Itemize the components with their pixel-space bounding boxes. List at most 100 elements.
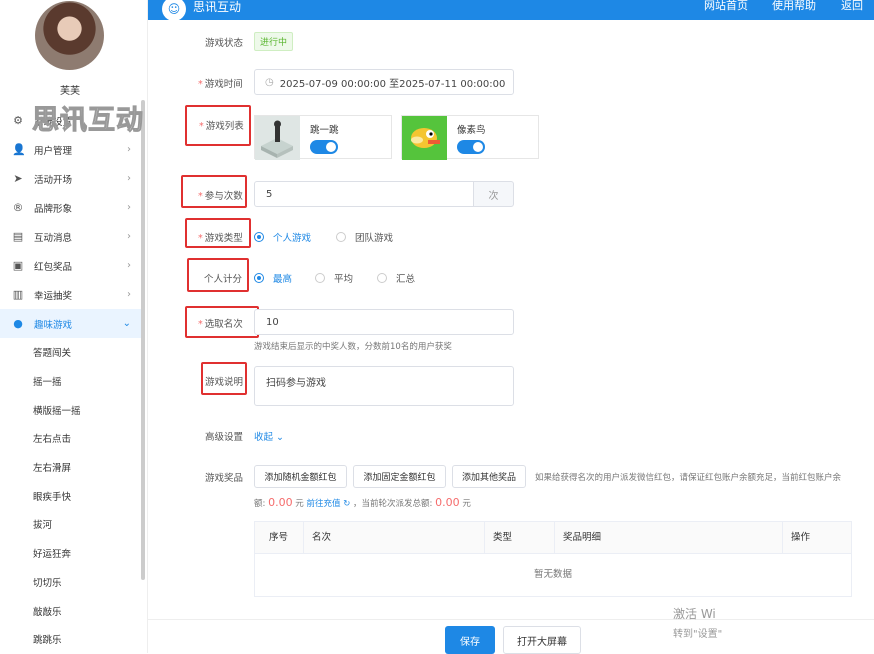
sidebar-subitem[interactable]: 摇一摇	[0, 367, 145, 396]
send-icon: ➤	[13, 171, 23, 185]
avatar[interactable]	[35, 1, 104, 70]
game-enable-toggle[interactable]	[310, 140, 338, 154]
sidebar-subitem[interactable]: 好运狂奔	[0, 539, 145, 568]
radio-label: 平均	[334, 274, 354, 285]
sidebar-subitem[interactable]: 敲敲乐	[0, 596, 145, 625]
sidebar-subitem[interactable]: 眼疾手快	[0, 481, 145, 510]
column-header: 奖品明细	[555, 522, 783, 554]
sidebar-item-user-management[interactable]: 👤 用户管理 ›	[0, 135, 145, 164]
game-card-flappy[interactable]: 像素鸟	[401, 115, 539, 160]
table-header: 序号 名次 类型 奖品明细 操作	[255, 522, 851, 554]
sidebar-item-fun-games[interactable]: ● 趣味游戏 ⌄	[0, 309, 145, 338]
radio-team-game[interactable]: 团队游戏	[336, 230, 393, 244]
sidebar-item-label: 幸运抽奖	[34, 290, 73, 302]
sidebar-subitem[interactable]: 横版摇一摇	[0, 395, 145, 424]
sidebar-subitem[interactable]: 跳跳乐	[0, 625, 145, 654]
radio-personal-game[interactable]: 个人游戏	[254, 230, 311, 244]
prize-label: 游戏奖品	[205, 473, 244, 484]
column-header: 序号	[255, 522, 304, 554]
game-list-label: * 游戏列表	[199, 121, 244, 132]
column-header: 操作	[791, 532, 811, 543]
sidebar-item-brand[interactable]: ® 品牌形象 ›	[0, 193, 145, 222]
rank-label: * 选取名次	[198, 319, 243, 330]
sidebar-scrollbar[interactable]	[141, 100, 145, 580]
user-name: 芙芙	[60, 86, 80, 97]
desc-textarea[interactable]: 扫码参与游戏	[254, 366, 514, 406]
game-name: 像素鸟	[457, 125, 486, 136]
balance-line: 额: 0.00 元 前往充值 ↻ ，当前轮次派发总额: 0.00 元	[254, 496, 471, 509]
sidebar-item-messages[interactable]: ▤ 互动消息 ›	[0, 222, 145, 251]
add-random-red-packet-button[interactable]: 添加随机金额红包	[254, 465, 347, 488]
table-empty-text: 暂无数据	[533, 569, 572, 580]
radio-dot	[336, 232, 346, 242]
status-label: 游戏状态	[205, 38, 244, 49]
sidebar-menu: ⚙ 系统设置 👤 用户管理 › ➤ 活动开场 › ® 品牌形象 › ▤ 互动消息…	[0, 106, 145, 654]
refresh-icon[interactable]: ↻	[343, 499, 350, 509]
watermark-text: 思讯互动	[32, 105, 144, 137]
times-label: * 参与次数	[198, 191, 243, 202]
sidebar-subitem[interactable]: 拔河	[0, 510, 145, 539]
gift-icon: ▣	[12, 258, 24, 272]
chevron-right-icon: ›	[127, 202, 131, 213]
column-header: 名次	[304, 522, 485, 554]
registered-icon: ®	[12, 200, 24, 214]
advanced-toggle[interactable]: 收起 ⌄	[254, 429, 284, 443]
chevron-down-icon: ⌄	[122, 318, 131, 329]
game-enable-toggle[interactable]	[457, 140, 485, 154]
rank-input[interactable]: 10	[254, 309, 514, 335]
radio-dot	[254, 273, 264, 283]
time-range-input[interactable]: ◷ 2025-07-09 00:00:00 至2025-07-11 00:00:…	[254, 69, 514, 95]
user-icon: 👤	[12, 142, 26, 156]
balance-value: 0.00	[268, 496, 293, 509]
sidebar-item-label: 品牌形象	[34, 203, 73, 215]
status-badge: 进行中	[254, 32, 294, 51]
nav-link-help[interactable]: 使用帮助	[772, 0, 816, 12]
balance-unit: 元	[295, 499, 304, 509]
brand-title: 思讯互动	[193, 0, 242, 14]
chevron-right-icon: ›	[127, 173, 131, 184]
radio-score-highest[interactable]: 最高	[254, 271, 292, 285]
logo-icon: ☺	[162, 0, 186, 21]
type-label: * 游戏类型	[198, 233, 243, 244]
sidebar-item-lottery[interactable]: ▥ 幸运抽奖 ›	[0, 280, 145, 309]
advanced-label: 高级设置	[205, 432, 244, 443]
sidebar-item-label: 红包奖品	[34, 261, 73, 273]
time-label: * 游戏时间	[198, 79, 243, 90]
total-value: 0.00	[435, 496, 460, 509]
radio-score-total[interactable]: 汇总	[377, 271, 415, 285]
game-card-jump[interactable]: 跳一跳	[254, 115, 392, 160]
prize-table: 序号 名次 类型 奖品明细 操作 暂无数据	[254, 521, 852, 597]
sidebar-item-red-packet[interactable]: ▣ 红包奖品 ›	[0, 251, 145, 280]
times-unit: 次	[473, 181, 514, 207]
game-settings-form: 游戏状态 进行中 * 游戏时间 ◷ 2025-07-09 00:00:00 至20…	[148, 20, 874, 653]
balance-prefix: 额:	[254, 499, 266, 509]
chevron-right-icon: ›	[127, 260, 131, 271]
radio-label: 汇总	[396, 274, 416, 285]
sidebar-subitem[interactable]: 左右点击	[0, 424, 145, 453]
sidebar-item-label: 活动开场	[34, 174, 73, 186]
radio-label: 团队游戏	[355, 233, 394, 244]
sidebar-item-activity[interactable]: ➤ 活动开场 ›	[0, 164, 145, 193]
chevron-double-down-icon: ⌄	[276, 432, 285, 443]
nav-link-home[interactable]: 网站首页	[704, 0, 748, 12]
nav-link-back[interactable]: 返回	[841, 0, 863, 12]
windows-activation-subtext: 转到"设置"	[673, 629, 723, 640]
chevron-right-icon: ›	[127, 289, 131, 300]
open-big-screen-button[interactable]: 打开大屏幕	[503, 626, 581, 654]
sidebar-subitem[interactable]: 答题闯关	[0, 338, 145, 367]
windows-activation-text: 激活 Wi	[673, 607, 716, 621]
add-fixed-red-packet-button[interactable]: 添加固定金额红包	[353, 465, 446, 488]
add-other-prize-button[interactable]: 添加其他奖品	[452, 465, 526, 488]
sidebar-subitem[interactable]: 左右滑屏	[0, 453, 145, 482]
radio-label: 个人游戏	[273, 233, 312, 244]
radio-score-average[interactable]: 平均	[315, 271, 353, 285]
flappy-bird-icon	[402, 116, 447, 160]
save-button[interactable]: 保存	[445, 626, 495, 654]
sidebar-subitem[interactable]: 切切乐	[0, 568, 145, 597]
recharge-link[interactable]: 前往充值	[307, 499, 341, 509]
sidebar-item-label: 互动消息	[34, 232, 73, 244]
radio-dot	[254, 232, 264, 242]
times-input[interactable]: 5	[254, 181, 474, 207]
footer-bar: 保存 打开大屏幕	[148, 619, 874, 654]
rank-hint: 游戏结束后显示的中奖人数，分数前10名的用户获奖	[254, 342, 452, 352]
